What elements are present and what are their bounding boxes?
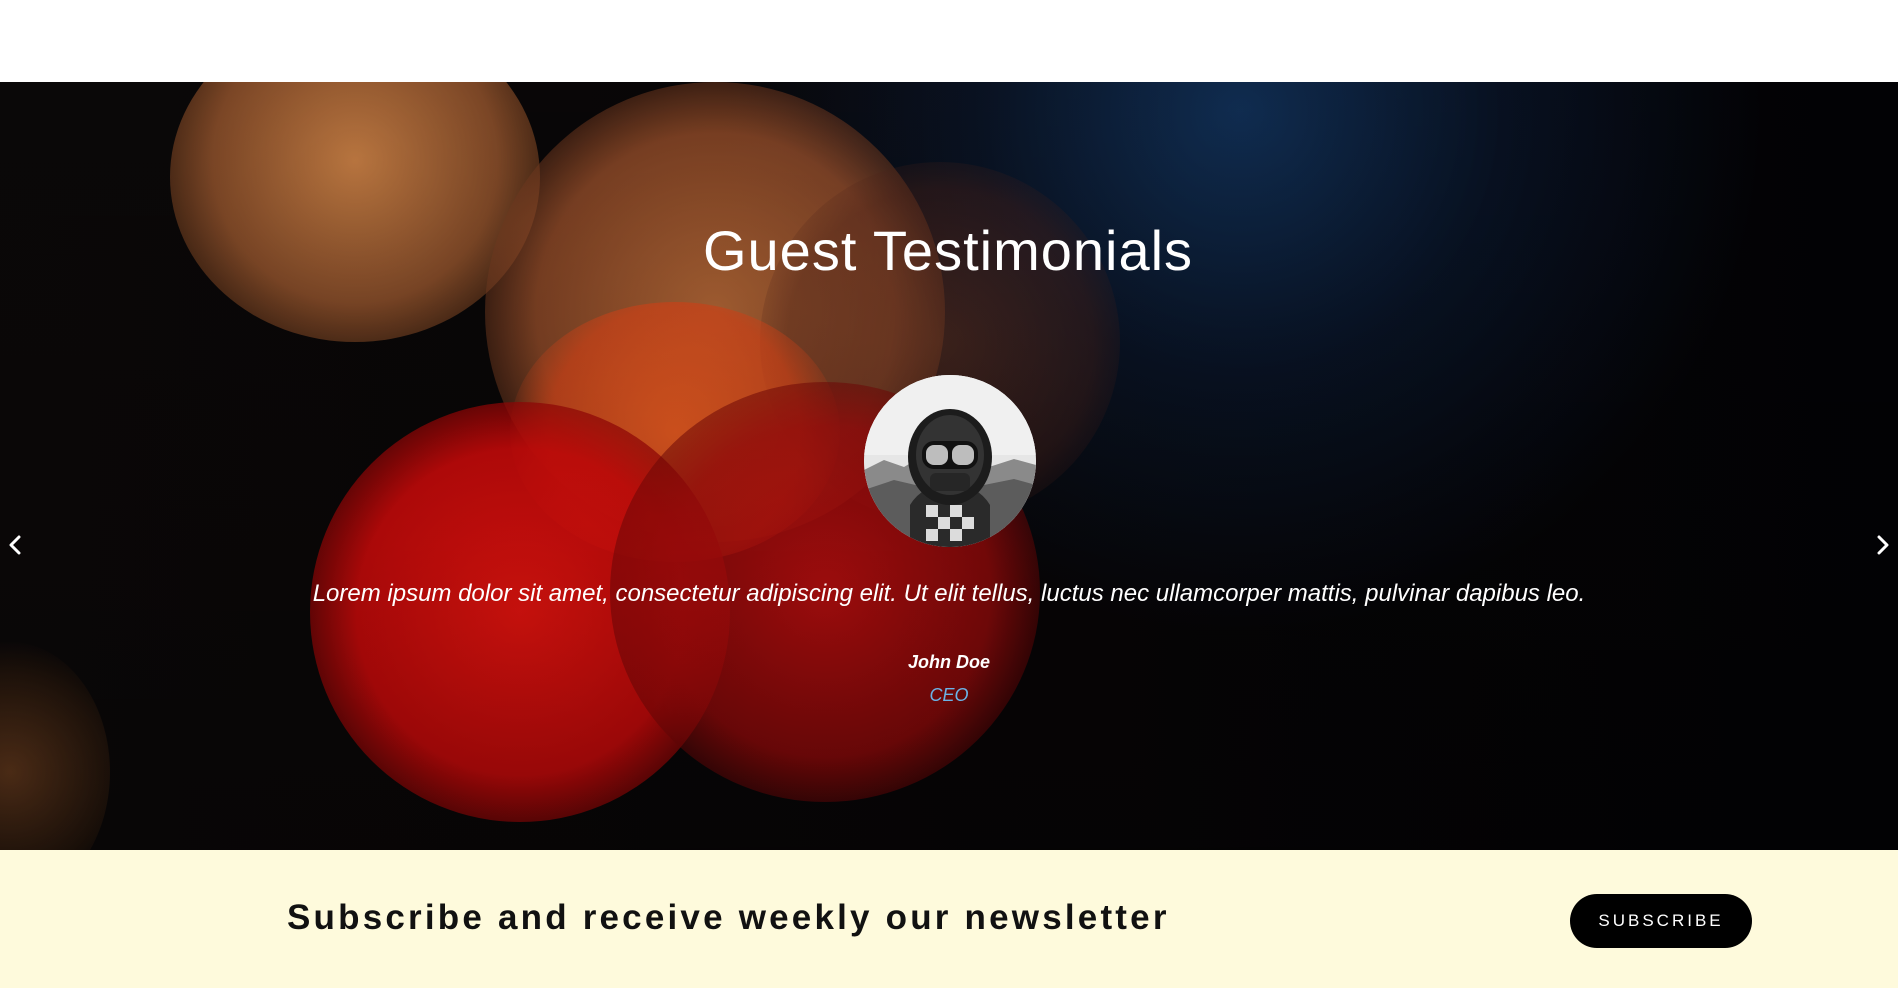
- chevron-right-icon: [1877, 535, 1889, 555]
- testimonial-quote: Lorem ipsum dolor sit amet, consectetur …: [312, 580, 1586, 607]
- chevron-left-icon: [9, 535, 21, 555]
- avatar-image: [864, 375, 1036, 547]
- top-header-bar: [0, 0, 1898, 82]
- carousel-prev-button[interactable]: [0, 530, 30, 560]
- newsletter-section: Subscribe and receive weekly our newslet…: [0, 850, 1898, 988]
- testimonials-section: Guest Testimonials Lorem ipsum dolor sit…: [0, 82, 1898, 850]
- newsletter-heading: Subscribe and receive weekly our newslet…: [287, 898, 1170, 937]
- author-avatar: [864, 375, 1036, 547]
- author-name: John Doe: [907, 652, 990, 672]
- author-role: CEO: [929, 685, 969, 705]
- subscribe-button[interactable]: SUBSCRIBE: [1570, 894, 1752, 948]
- section-title: Guest Testimonials: [702, 219, 1194, 282]
- carousel-next-button[interactable]: [1868, 530, 1898, 560]
